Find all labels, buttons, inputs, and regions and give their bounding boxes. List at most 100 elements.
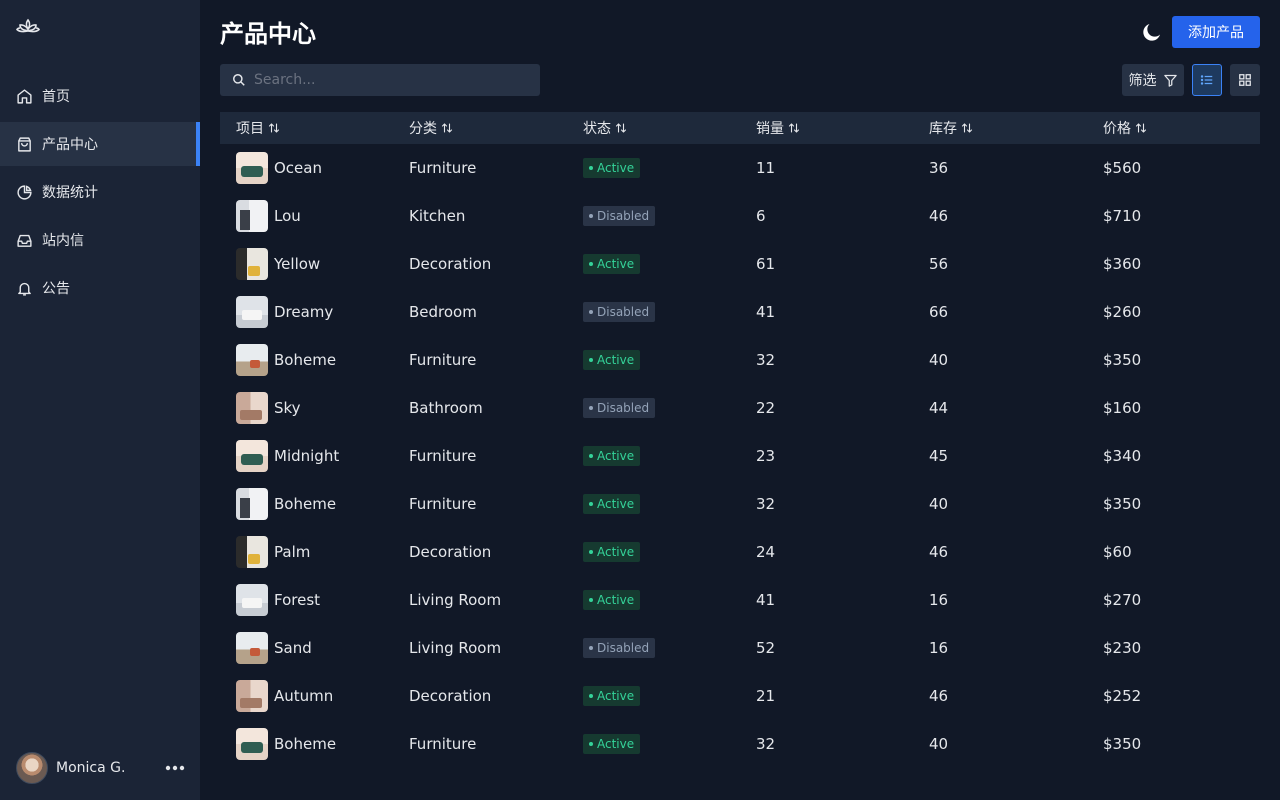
- column-sales-header[interactable]: 销量: [740, 118, 913, 138]
- table-row[interactable]: Palm Decoration Active 24 46 $60: [220, 528, 1260, 576]
- status-label: Active: [597, 449, 635, 463]
- sidebar-item-home[interactable]: 首页: [0, 74, 200, 118]
- product-name: Palm: [274, 543, 311, 561]
- search-box: [220, 64, 540, 96]
- cell-stock: 16: [929, 591, 949, 609]
- status-dot: [589, 742, 593, 746]
- filter-button[interactable]: 筛选: [1122, 64, 1184, 96]
- product-name: Dreamy: [274, 303, 334, 321]
- cell-item: Boheme: [220, 344, 393, 376]
- table-row[interactable]: Sand Living Room Disabled 52 16 $230: [220, 624, 1260, 672]
- cell-status: Active: [567, 542, 740, 562]
- table-row[interactable]: Boheme Furniture Active 32 40 $350: [220, 336, 1260, 384]
- column-item-header[interactable]: 项目: [220, 118, 393, 138]
- user-profile[interactable]: Monica G.: [16, 752, 186, 784]
- table-row[interactable]: Midnight Furniture Active 23 45 $340: [220, 432, 1260, 480]
- column-stock-header[interactable]: 库存: [913, 118, 1087, 138]
- cell-status: Disabled: [567, 302, 740, 322]
- product-name: Lou: [274, 207, 301, 225]
- sort-icon: [615, 123, 627, 133]
- column-label: 库存: [929, 121, 957, 137]
- cell-sales: 32: [756, 351, 776, 369]
- cell-item: Boheme: [220, 488, 393, 520]
- column-label: 销量: [756, 121, 784, 137]
- status-label: Disabled: [597, 209, 650, 223]
- cell-category: Furniture: [409, 159, 477, 177]
- cell-stock: 40: [929, 351, 949, 369]
- cell-stock: 40: [929, 495, 949, 513]
- status-label: Active: [597, 689, 635, 703]
- column-status-header[interactable]: 状态: [567, 118, 740, 138]
- column-label: 分类: [409, 121, 437, 137]
- status-dot: [589, 598, 593, 602]
- table-row[interactable]: Boheme Furniture Active 32 40 $350: [220, 480, 1260, 528]
- status-label: Active: [597, 545, 635, 559]
- list-view-button[interactable]: [1192, 64, 1222, 96]
- table-row[interactable]: Lou Kitchen Disabled 6 46 $710: [220, 192, 1260, 240]
- table-row[interactable]: Dreamy Bedroom Disabled 41 66 $260: [220, 288, 1260, 336]
- sidebar-nav: 首页 产品中心 数据统计 站内信 公告: [0, 74, 200, 314]
- status-label: Disabled: [597, 305, 650, 319]
- sidebar: 首页 产品中心 数据统计 站内信 公告 Monica G.: [0, 0, 200, 800]
- shopping-bag-icon: [18, 136, 31, 152]
- status-badge: Disabled: [583, 302, 656, 322]
- status-badge: Active: [583, 446, 641, 466]
- product-thumbnail: [236, 440, 268, 472]
- product-thumbnail: [236, 728, 268, 760]
- cell-sales: 32: [756, 735, 776, 753]
- sidebar-item-inbox[interactable]: 站内信: [0, 218, 200, 262]
- list-icon: [1200, 75, 1213, 85]
- sidebar-item-products[interactable]: 产品中心: [0, 122, 200, 166]
- product-name: Midnight: [274, 447, 340, 465]
- product-thumbnail: [236, 536, 268, 568]
- cell-stock: 40: [929, 735, 949, 753]
- product-thumbnail: [236, 344, 268, 376]
- status-label: Active: [597, 593, 635, 607]
- moon-icon[interactable]: [1140, 20, 1164, 44]
- status-badge: Active: [583, 158, 641, 178]
- product-name: Boheme: [274, 495, 337, 513]
- grid-view-button[interactable]: [1230, 64, 1260, 96]
- product-name: Ocean: [274, 159, 322, 177]
- more-options-button[interactable]: [164, 758, 186, 778]
- cell-category: Decoration: [409, 543, 492, 561]
- cell-category: Living Room: [409, 639, 502, 657]
- status-badge: Disabled: [583, 638, 656, 658]
- cell-item: Forest: [220, 584, 393, 616]
- product-thumbnail: [236, 392, 268, 424]
- column-category-header[interactable]: 分类: [393, 118, 567, 138]
- cell-category: Living Room: [409, 591, 502, 609]
- cell-price: $270: [1103, 591, 1142, 609]
- table-row[interactable]: Sky Bathroom Disabled 22 44 $160: [220, 384, 1260, 432]
- cell-category: Furniture: [409, 735, 477, 753]
- table-row[interactable]: Autumn Decoration Active 21 46 $252: [220, 672, 1260, 720]
- product-thumbnail: [236, 584, 268, 616]
- cell-status: Active: [567, 446, 740, 466]
- sidebar-item-statistics[interactable]: 数据统计: [0, 170, 200, 214]
- product-name: Sand: [274, 639, 312, 657]
- lotus-logo-icon[interactable]: [16, 16, 40, 40]
- add-product-button[interactable]: 添加产品: [1172, 16, 1260, 48]
- cell-item: Yellow: [220, 248, 393, 280]
- cell-item: Palm: [220, 536, 393, 568]
- column-price-header[interactable]: 价格: [1087, 118, 1260, 138]
- avatar: [16, 752, 48, 784]
- product-thumbnail: [236, 680, 268, 712]
- search-input[interactable]: [254, 72, 524, 88]
- cell-item: Lou: [220, 200, 393, 232]
- table-row[interactable]: Forest Living Room Active 41 16 $270: [220, 576, 1260, 624]
- cell-sales: 22: [756, 399, 776, 417]
- table-row[interactable]: Boheme Furniture Active 32 40 $350: [220, 720, 1260, 768]
- page-title: 产品中心: [220, 20, 316, 48]
- sidebar-item-announcements[interactable]: 公告: [0, 266, 200, 310]
- cell-category: Furniture: [409, 447, 477, 465]
- cell-sales: 23: [756, 447, 776, 465]
- table-row[interactable]: Ocean Furniture Active 11 36 $560: [220, 144, 1260, 192]
- cell-price: $350: [1103, 351, 1142, 369]
- table-row[interactable]: Yellow Decoration Active 61 56 $360: [220, 240, 1260, 288]
- sort-icon: [441, 123, 453, 133]
- cell-stock: 66: [929, 303, 949, 321]
- sort-icon: [268, 123, 280, 133]
- status-label: Disabled: [597, 641, 650, 655]
- sidebar-item-label: 产品中心: [42, 137, 98, 153]
